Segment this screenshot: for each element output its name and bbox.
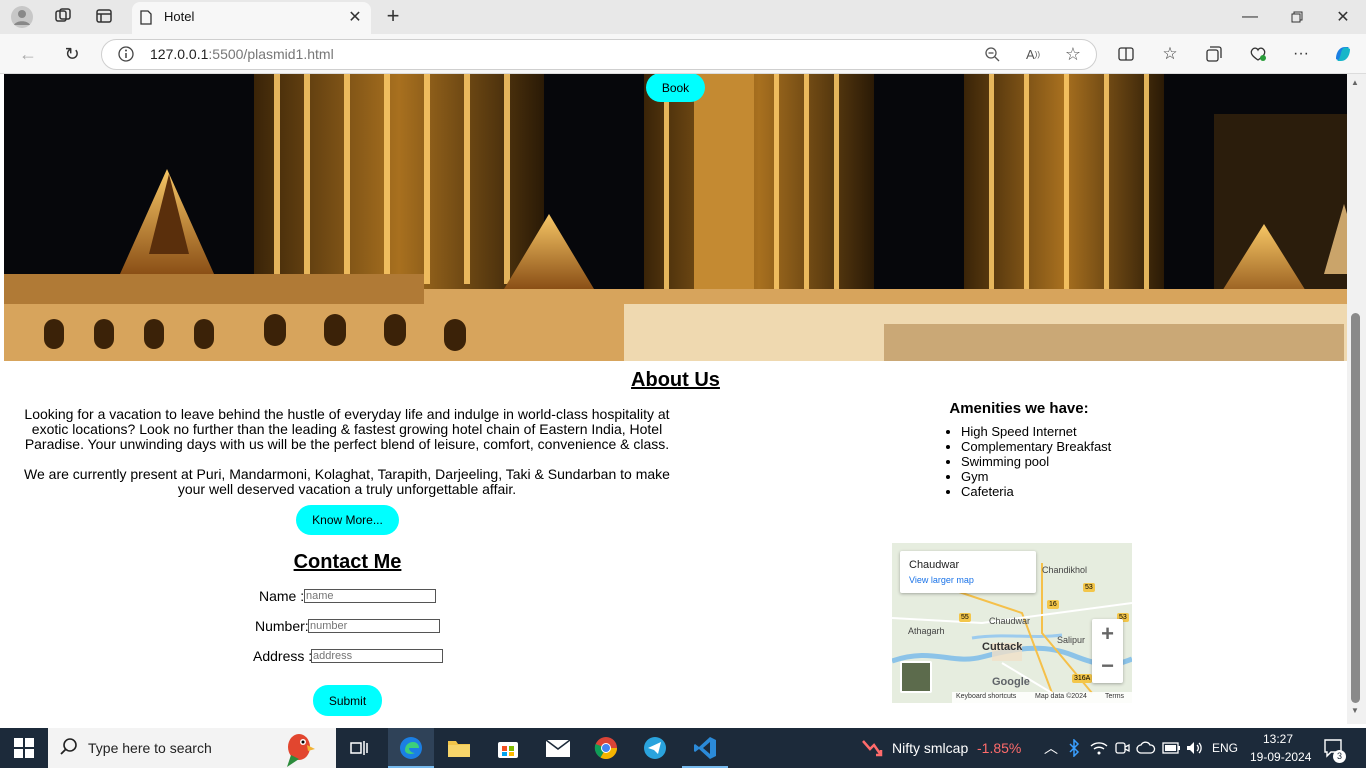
map-label: Chaudwar xyxy=(989,616,1031,626)
copilot-icon[interactable] xyxy=(1331,42,1355,66)
stock-change: -1.85% xyxy=(977,740,1022,756)
name-field[interactable] xyxy=(304,589,436,603)
notification-count-badge: 3 xyxy=(1333,750,1346,763)
submit-button[interactable]: Submit xyxy=(313,685,382,716)
about-paragraph-1: Looking for a vacation to leave behind t… xyxy=(24,406,670,452)
collections-icon[interactable] xyxy=(1203,44,1225,64)
map-place-card xyxy=(900,551,1036,593)
tab-actions-icon[interactable] xyxy=(93,5,115,27)
chrome-icon[interactable] xyxy=(594,736,618,765)
volume-icon[interactable] xyxy=(1186,740,1204,761)
amenity-item: Swimming pool xyxy=(961,454,1111,469)
scroll-up-arrow-icon[interactable]: ▲ xyxy=(1351,78,1359,87)
stock-chart-icon[interactable] xyxy=(861,737,883,764)
mail-icon[interactable] xyxy=(545,737,571,764)
map-zoom-out-button[interactable]: − xyxy=(1092,651,1123,683)
number-field[interactable] xyxy=(308,619,440,633)
tab-title: Hotel xyxy=(164,9,195,24)
site-info-icon[interactable] xyxy=(116,44,136,64)
windows-start-icon[interactable] xyxy=(14,738,34,763)
scroll-down-arrow-icon[interactable]: ▼ xyxy=(1351,706,1359,715)
name-label: Name : xyxy=(259,588,305,604)
amenity-item: Cafeteria xyxy=(961,484,1111,499)
browser-essentials-icon[interactable] xyxy=(1247,44,1269,64)
reload-icon[interactable]: ↻ xyxy=(60,43,84,65)
read-aloud-icon[interactable]: A)) xyxy=(1022,44,1044,64)
favorites-icon[interactable]: ☆ xyxy=(1159,44,1181,64)
microsoft-store-icon[interactable] xyxy=(496,736,520,765)
search-placeholder: Type here to search xyxy=(88,740,212,756)
road-badge: 53 xyxy=(1083,583,1095,592)
address-field[interactable] xyxy=(311,649,443,663)
split-screen-icon[interactable] xyxy=(1115,44,1137,64)
about-paragraph-2: We are currently present at Puri, Mandar… xyxy=(24,466,670,497)
map-label: Salipur xyxy=(1057,635,1086,645)
url-text[interactable]: 127.0.0.1:5500/plasmid1.html xyxy=(150,46,334,62)
more-menu-icon[interactable]: ··· xyxy=(1290,44,1312,64)
scrollbar-thumb[interactable] xyxy=(1351,313,1360,703)
profile-icon[interactable] xyxy=(10,5,34,29)
know-more-button[interactable]: Know More... xyxy=(296,505,399,535)
address-label: Address : xyxy=(253,648,313,664)
amenity-item: Gym xyxy=(961,469,1111,484)
input-language[interactable]: ENG xyxy=(1212,741,1238,755)
file-explorer-icon[interactable] xyxy=(447,737,471,764)
embedded-map[interactable]: Chaudwar View larger map Chandikhol Atha… xyxy=(892,543,1132,703)
about-heading: About Us xyxy=(631,369,720,391)
page-icon xyxy=(138,8,154,26)
clock-time[interactable]: 13:27 xyxy=(1263,732,1293,746)
search-highlight-parrot-icon xyxy=(277,729,321,772)
task-view-icon[interactable] xyxy=(348,737,370,764)
workspaces-icon[interactable] xyxy=(52,5,74,27)
keyboard-shortcuts-link[interactable]: Keyboard shortcuts xyxy=(956,693,1016,700)
map-place-name: Chaudwar xyxy=(909,559,960,571)
contact-heading: Contact Me xyxy=(293,551,402,573)
amenity-item: High Speed Internet xyxy=(961,424,1111,439)
view-larger-map-link[interactable]: View larger map xyxy=(909,575,974,585)
road-badge: 316A xyxy=(1072,674,1093,683)
search-icon xyxy=(60,738,78,761)
map-data-text: Map data ©2024 xyxy=(1035,693,1087,700)
road-badge: 16 xyxy=(1047,600,1059,609)
meet-now-icon[interactable] xyxy=(1114,740,1130,761)
stock-name[interactable]: Nifty smlcap xyxy=(892,740,968,756)
bluetooth-icon[interactable] xyxy=(1068,738,1080,762)
telegram-icon[interactable] xyxy=(643,736,667,765)
restore-icon[interactable] xyxy=(1287,7,1307,27)
back-icon[interactable]: ← xyxy=(16,43,40,65)
map-label: Athagarh xyxy=(908,626,945,636)
vscode-icon xyxy=(693,736,717,765)
amenity-item: Complementary Breakfast xyxy=(961,439,1111,454)
amenities-heading: Amenities we have: xyxy=(949,400,1089,417)
map-satellite-toggle[interactable] xyxy=(900,661,932,693)
show-hidden-icons-chevron-icon[interactable]: ︿ xyxy=(1044,738,1058,758)
minimize-icon[interactable]: — xyxy=(1240,7,1260,27)
zoom-out-icon[interactable] xyxy=(982,44,1002,64)
map-label: Chandikhol xyxy=(1042,565,1088,575)
number-label: Number: xyxy=(255,618,309,634)
favorite-star-icon[interactable]: ☆ xyxy=(1062,44,1084,64)
road-badge: 55 xyxy=(959,613,971,622)
wifi-icon[interactable] xyxy=(1090,740,1108,761)
edge-browser-icon xyxy=(399,736,423,765)
terms-link[interactable]: Terms xyxy=(1105,693,1124,700)
clock-date[interactable]: 19-09-2024 xyxy=(1250,750,1311,764)
google-logo: Google xyxy=(992,676,1030,688)
amenities-list: High Speed Internet Complementary Breakf… xyxy=(945,424,1111,499)
map-label: Cuttack xyxy=(982,641,1023,653)
close-window-icon[interactable]: ✕ xyxy=(1333,7,1353,27)
battery-icon[interactable] xyxy=(1162,741,1182,760)
map-zoom-in-button[interactable]: + xyxy=(1092,619,1123,651)
book-button[interactable]: Book xyxy=(646,74,705,102)
onedrive-cloud-icon[interactable] xyxy=(1136,740,1156,761)
new-tab-icon[interactable]: + xyxy=(383,3,403,28)
web-page: Book About Us Looking for a vacation to … xyxy=(4,74,1347,724)
close-tab-icon[interactable]: ✕ xyxy=(346,8,364,26)
hero-hotel-image xyxy=(4,74,1347,361)
